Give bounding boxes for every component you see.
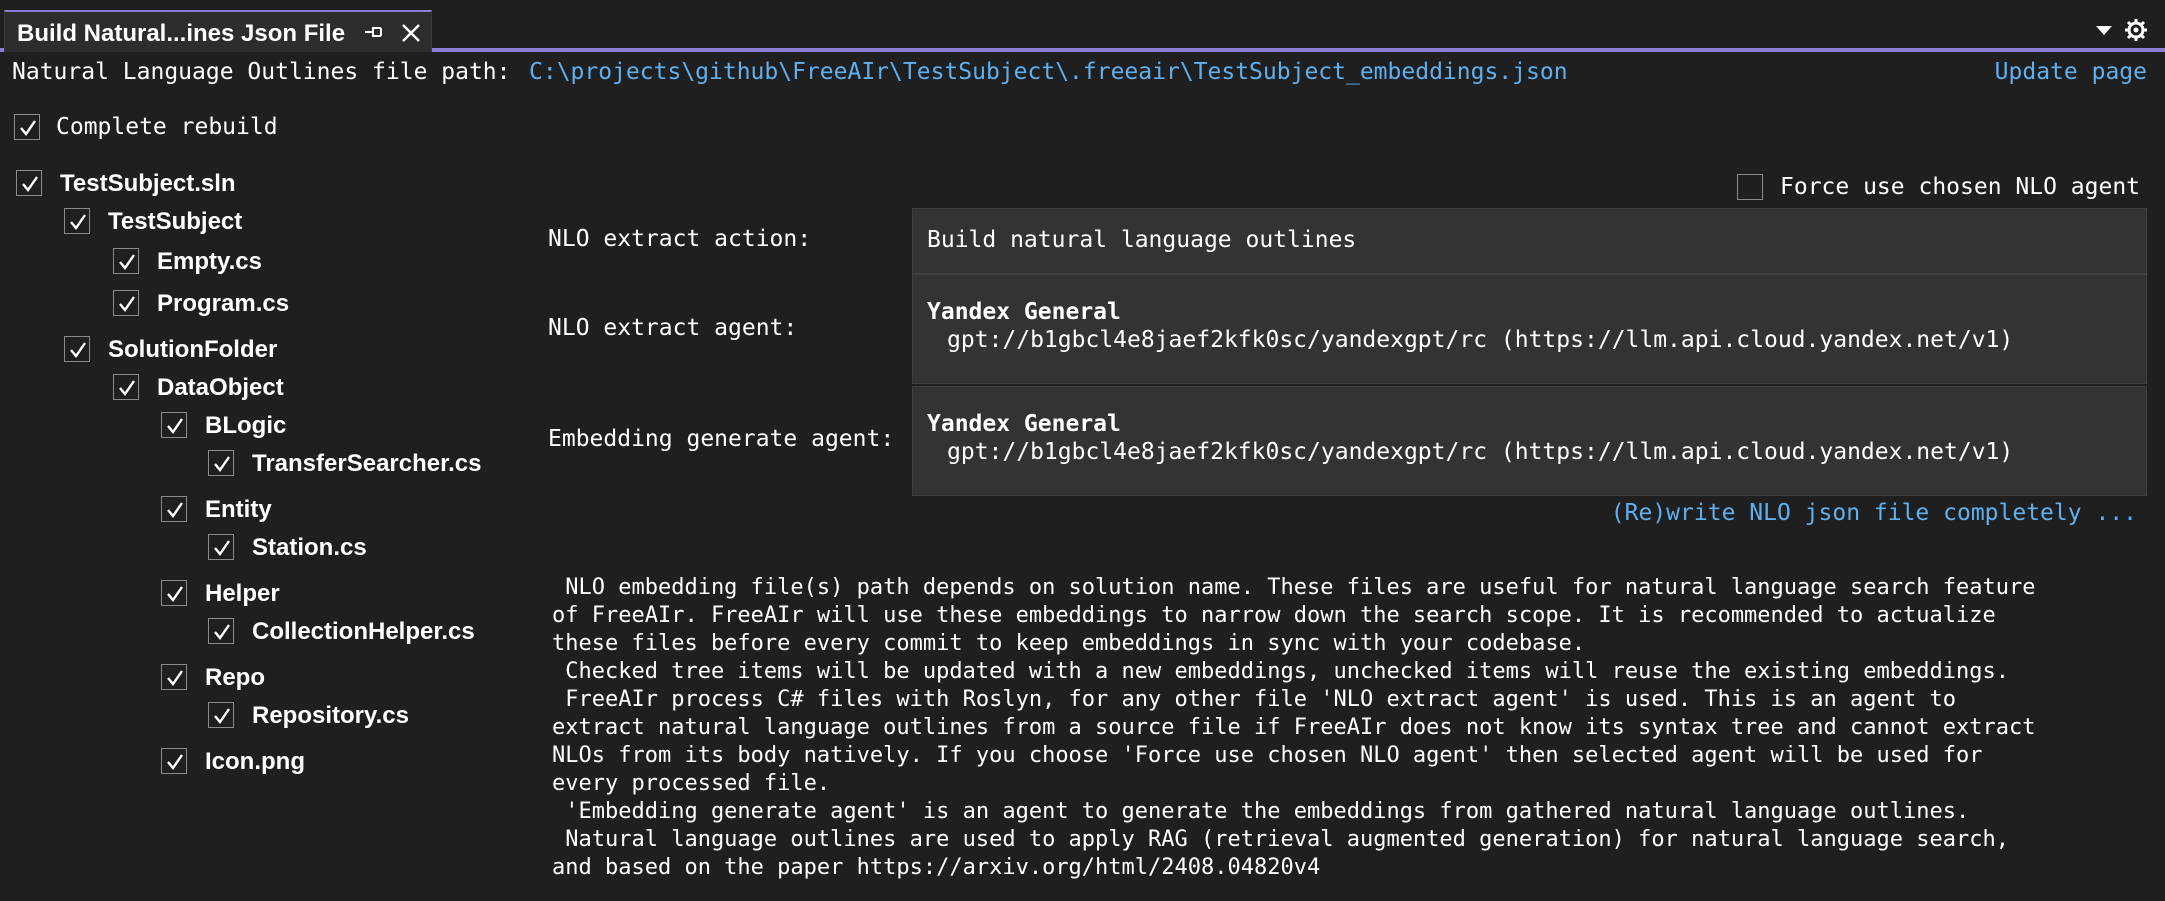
tree-item-label: Helper <box>205 580 280 607</box>
rewrite-nlo-file-link[interactable]: (Re)write NLO json file completely ... <box>1611 500 2137 526</box>
help-description: NLO embedding file(s) path depends on so… <box>552 575 2036 880</box>
tree-item-checkbox[interactable] <box>113 374 139 400</box>
chevron-down-icon <box>2120 237 2134 247</box>
pin-icon[interactable] <box>361 18 387 46</box>
tree-item-label: CollectionHelper.cs <box>252 618 475 645</box>
extract-agent-name: Yandex General <box>927 299 1121 325</box>
extract-action-value: Build natural language outlines <box>927 227 1357 253</box>
chevron-down-icon <box>2120 325 2134 335</box>
update-page-link[interactable]: Update page <box>1995 59 2147 85</box>
extract-action-label: NLO extract action: <box>548 226 812 252</box>
tree-item-checkbox[interactable] <box>113 290 139 316</box>
tree-item-label: TestSubject.sln <box>60 170 236 197</box>
document-tab-strip: Build Natural...ines Json File <box>0 0 2165 52</box>
tree-item-checkbox[interactable] <box>161 496 187 522</box>
tree-item-label: Entity <box>205 496 272 523</box>
force-agent-label: Force use chosen NLO agent <box>1780 174 2141 200</box>
embedding-agent-select[interactable]: Yandex General gpt://b1gbcl4e8jaef2kfk0s… <box>912 386 2147 496</box>
tree-item-checkbox[interactable] <box>208 702 234 728</box>
complete-rebuild-checkbox[interactable] <box>14 114 40 140</box>
chevron-down-icon <box>2120 437 2134 447</box>
tree-item-checkbox[interactable] <box>161 580 187 606</box>
tree-item-checkbox[interactable] <box>208 450 234 476</box>
embedding-agent-label: Embedding generate agent: <box>548 426 895 452</box>
tree-item-label: BLogic <box>205 412 287 439</box>
chevron-down-icon[interactable] <box>2094 22 2114 36</box>
embedding-agent-model: gpt://b1gbcl4e8jaef2kfk0sc/yandexgpt/rc … <box>947 439 2014 465</box>
path-label: Natural Language Outlines file path: <box>12 59 511 85</box>
tree-item-checkbox[interactable] <box>64 208 90 234</box>
tree-item-checkbox[interactable] <box>113 248 139 274</box>
tree-item-label: Empty.cs <box>157 248 262 275</box>
extract-agent-label: NLO extract agent: <box>548 315 798 341</box>
tree-item-checkbox[interactable] <box>208 534 234 560</box>
tree-item-label: Icon.png <box>205 748 305 775</box>
complete-rebuild-label: Complete rebuild <box>56 114 278 140</box>
tree-item-label: TestSubject <box>108 208 243 235</box>
extract-agent-select[interactable]: Yandex General gpt://b1gbcl4e8jaef2kfk0s… <box>912 274 2147 384</box>
gear-icon[interactable] <box>2124 18 2148 42</box>
tree-item-checkbox[interactable] <box>161 664 187 690</box>
extract-action-select[interactable]: Build natural language outlines <box>912 208 2147 274</box>
tree-item-checkbox[interactable] <box>208 618 234 644</box>
close-icon[interactable] <box>399 20 423 46</box>
tree-item-label: Repository.cs <box>252 702 409 729</box>
document-tab[interactable]: Build Natural...ines Json File <box>4 10 432 52</box>
extract-agent-model: gpt://b1gbcl4e8jaef2kfk0sc/yandexgpt/rc … <box>947 327 2014 353</box>
tree-item-checkbox[interactable] <box>64 336 90 362</box>
tree-item-label: Program.cs <box>157 290 290 317</box>
tree-item-label: SolutionFolder <box>108 336 278 363</box>
tree-item-label: Repo <box>205 664 265 691</box>
tree-item-label: Station.cs <box>252 534 367 561</box>
tree-item-label: TransferSearcher.cs <box>252 450 482 477</box>
tree-item-checkbox[interactable] <box>161 412 187 438</box>
tree-item-label: DataObject <box>157 374 284 401</box>
tab-title: Build Natural...ines Json File <box>17 20 346 47</box>
tree-item-checkbox[interactable] <box>161 748 187 774</box>
force-agent-checkbox[interactable] <box>1737 174 1763 200</box>
path-value: C:\projects\github\FreeAIr\TestSubject\.… <box>529 59 1568 85</box>
tree-item-checkbox[interactable] <box>16 170 42 196</box>
embedding-agent-name: Yandex General <box>927 411 1121 437</box>
